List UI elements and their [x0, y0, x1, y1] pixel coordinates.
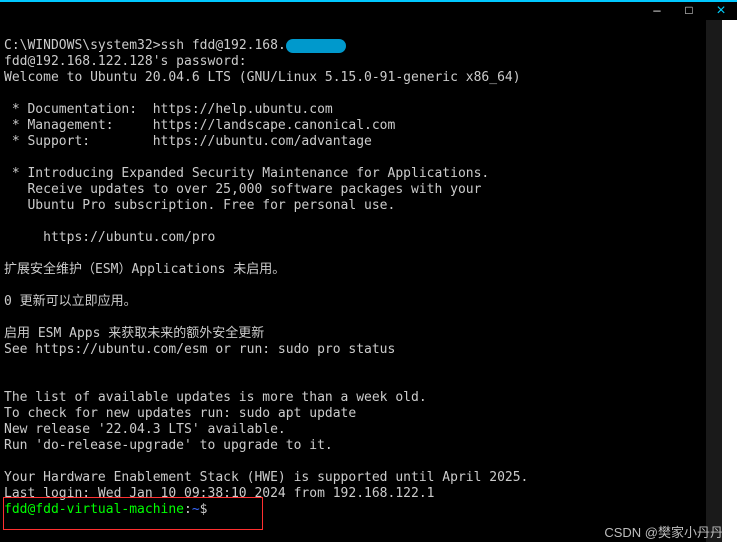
- terminal-line: fdd@192.168.122.128's password:: [4, 54, 247, 69]
- terminal-line: 扩展安全维护（ESM）Applications 未启用。: [4, 262, 285, 277]
- terminal-line: Ubuntu Pro subscription. Free for person…: [4, 198, 395, 213]
- prompt-path: ~: [192, 502, 200, 517]
- terminal-line: See https://ubuntu.com/esm or run: sudo …: [4, 342, 395, 357]
- watermark-text: CSDN @樊家小丹丹: [604, 522, 723, 541]
- terminal-line: Welcome to Ubuntu 20.04.6 LTS (GNU/Linux…: [4, 70, 521, 85]
- terminal-line: * Documentation: https://help.ubuntu.com: [4, 102, 333, 117]
- shell-prompt: fdd@fdd-virtual-machine:~$: [4, 502, 215, 517]
- terminal-line: C:\WINDOWS\system32>ssh fdd@192.168.: [4, 38, 346, 53]
- terminal-line: 启用 ESM Apps 来获取未来的额外安全更新: [4, 326, 264, 341]
- terminal-line: * Introducing Expanded Security Maintena…: [4, 166, 489, 181]
- minimize-button[interactable]: —: [641, 2, 673, 20]
- window-titlebar: — □ ×: [0, 0, 737, 20]
- terminal-line: Last login: Wed Jan 10 09:38:10 2024 fro…: [4, 486, 434, 501]
- terminal-line: To check for new updates run: sudo apt u…: [4, 406, 356, 421]
- redaction-mark: [286, 39, 346, 53]
- terminal-line: * Support: https://ubuntu.com/advantage: [4, 134, 372, 149]
- terminal-line: Receive updates to over 25,000 software …: [4, 182, 481, 197]
- vertical-scrollbar[interactable]: [706, 20, 722, 542]
- terminal-line: Your Hardware Enablement Stack (HWE) is …: [4, 470, 528, 485]
- terminal-output[interactable]: C:\WINDOWS\system32>ssh fdd@192.168. fdd…: [0, 20, 706, 542]
- prompt-user: fdd@fdd-virtual-machine: [4, 502, 184, 517]
- terminal-line: 0 更新可以立即应用。: [4, 294, 137, 309]
- terminal-line: New release '22.04.3 LTS' available.: [4, 422, 286, 437]
- window-controls: — □ ×: [641, 2, 737, 20]
- terminal-line: https://ubuntu.com/pro: [4, 230, 215, 245]
- maximize-button[interactable]: □: [673, 2, 705, 20]
- terminal-line: * Management: https://landscape.canonica…: [4, 118, 395, 133]
- terminal-line: The list of available updates is more th…: [4, 390, 427, 405]
- close-button[interactable]: ×: [705, 2, 737, 20]
- terminal-line: Run 'do-release-upgrade' to upgrade to i…: [4, 438, 333, 453]
